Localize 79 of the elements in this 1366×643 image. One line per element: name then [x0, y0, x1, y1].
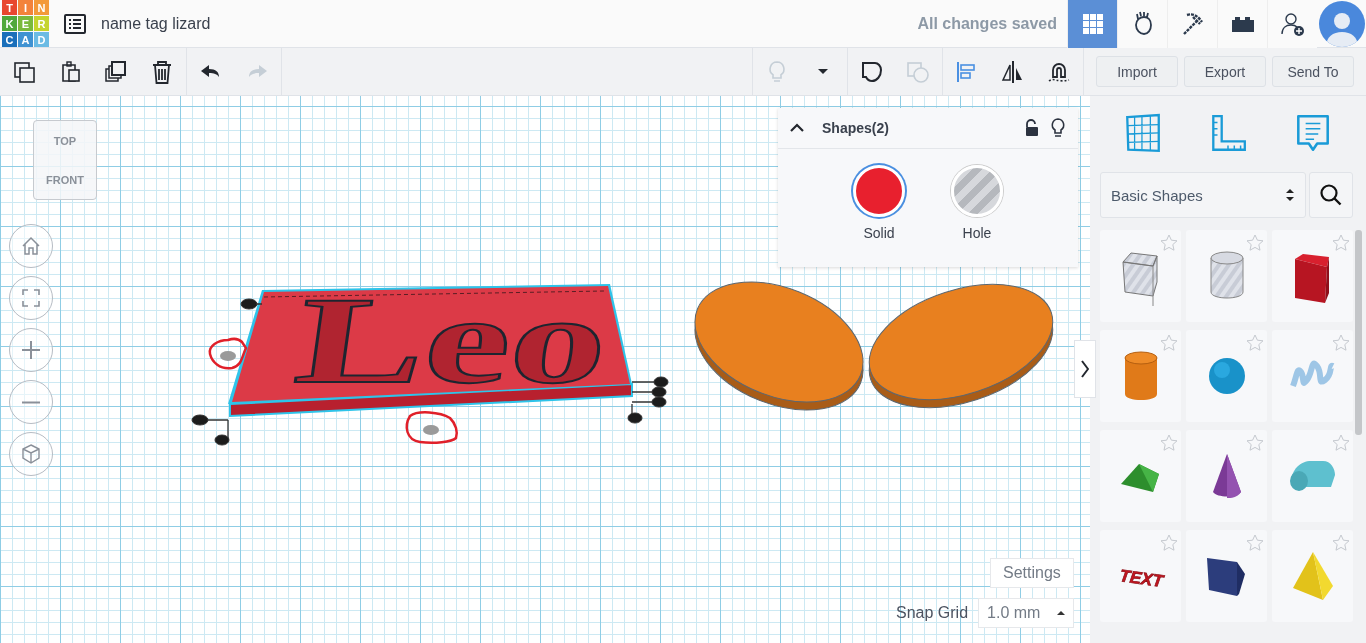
snap-grid-select[interactable]: 1.0 mm [978, 598, 1075, 628]
settings-button[interactable]: Settings [990, 558, 1074, 588]
disc-model[interactable] [694, 281, 864, 411]
text-shape[interactable]: TEXT [1100, 530, 1181, 622]
search-icon [1319, 183, 1343, 207]
ortho-icon [19, 442, 43, 466]
cube-face-label: FRONT [46, 173, 84, 186]
star-icon[interactable] [1160, 534, 1178, 552]
zoom-in-icon [19, 338, 43, 362]
unlock-icon[interactable] [1024, 119, 1040, 137]
fit-button[interactable] [9, 276, 53, 320]
zoom-out-button[interactable] [9, 380, 53, 424]
light-bulb-icon[interactable] [1050, 118, 1066, 138]
chevron-right-icon [1081, 359, 1089, 379]
logo-letter: C [2, 32, 17, 47]
logo-letter: A [18, 32, 33, 47]
hand-tab[interactable] [1117, 0, 1167, 48]
star-icon[interactable] [1332, 334, 1350, 352]
handle-drawing[interactable] [191, 298, 669, 446]
project-title[interactable]: name tag lizard [101, 14, 211, 33]
disc-model[interactable] [868, 284, 1054, 408]
text-shape-label: TEXT [1117, 566, 1164, 591]
dropdown-icon [818, 69, 828, 74]
home-button[interactable] [9, 224, 53, 268]
star-icon[interactable] [1160, 334, 1178, 352]
roof-shape[interactable] [1100, 430, 1181, 522]
star-icon[interactable] [1160, 234, 1178, 252]
zoom-out-icon [22, 400, 40, 404]
star-icon[interactable] [1332, 434, 1350, 452]
user-add-icon [1279, 10, 1306, 37]
logo-letter: D [34, 32, 49, 47]
scribble-shape[interactable] [1272, 330, 1353, 422]
user-add-tab[interactable] [1267, 0, 1317, 48]
logo-letter: T [2, 0, 17, 15]
star-icon[interactable] [1332, 534, 1350, 552]
cube-face-label: TOP [53, 134, 77, 147]
toolbar-action-button[interactable]: Import [1096, 56, 1178, 87]
star-icon[interactable] [1246, 234, 1264, 252]
logo-letter: I [18, 0, 33, 15]
sidebar-toggle-button[interactable] [1074, 340, 1096, 398]
round-roof-shape[interactable] [1272, 430, 1353, 522]
move-handle[interactable] [220, 351, 236, 361]
name-plate-model[interactable] [228, 284, 633, 418]
fit-icon [19, 286, 43, 310]
caret-icon [1057, 610, 1066, 616]
move-handle[interactable] [423, 425, 439, 435]
ortho-button[interactable] [9, 432, 53, 476]
star-icon[interactable] [1332, 234, 1350, 252]
save-status: All changes saved [917, 14, 1057, 33]
menu-button[interactable] [63, 11, 87, 36]
library-select[interactable]: Basic Shapes [1100, 172, 1306, 218]
zoom-in-button[interactable] [9, 328, 53, 372]
pyramid-shape[interactable] [1272, 530, 1353, 622]
logo-letter: N [34, 0, 49, 15]
star-icon[interactable] [1246, 534, 1264, 552]
cylinder-hole-shape[interactable] [1186, 230, 1267, 322]
logo-letter: K [2, 16, 17, 31]
duplicate-icon [103, 58, 129, 85]
toolbar-action-button[interactable]: Export [1184, 56, 1266, 87]
toolbar-action-button[interactable]: Send To [1272, 56, 1354, 87]
solid-option[interactable]: Solid [853, 165, 905, 241]
search-button[interactable] [1309, 172, 1353, 218]
star-icon[interactable] [1246, 434, 1264, 452]
list-icon [63, 11, 87, 36]
logo-letter: R [34, 16, 49, 31]
box-shape[interactable] [1272, 230, 1353, 322]
cone-shape[interactable] [1186, 430, 1267, 522]
star-icon[interactable] [1160, 434, 1178, 452]
star-icon[interactable] [1246, 334, 1264, 352]
hole-option[interactable]: Hole [951, 165, 1003, 241]
scrollbar[interactable] [1355, 230, 1362, 435]
panel-title: Shapes(2) [822, 120, 890, 136]
chevron-up-icon[interactable] [790, 123, 804, 133]
sort-caret-icon [1285, 188, 1295, 202]
logo-letter: E [18, 16, 33, 31]
brick-tab[interactable] [1217, 0, 1267, 48]
prism-shape[interactable] [1186, 530, 1267, 622]
box-hole-shape[interactable] [1100, 230, 1181, 322]
pickaxe-tab[interactable] [1167, 0, 1217, 48]
